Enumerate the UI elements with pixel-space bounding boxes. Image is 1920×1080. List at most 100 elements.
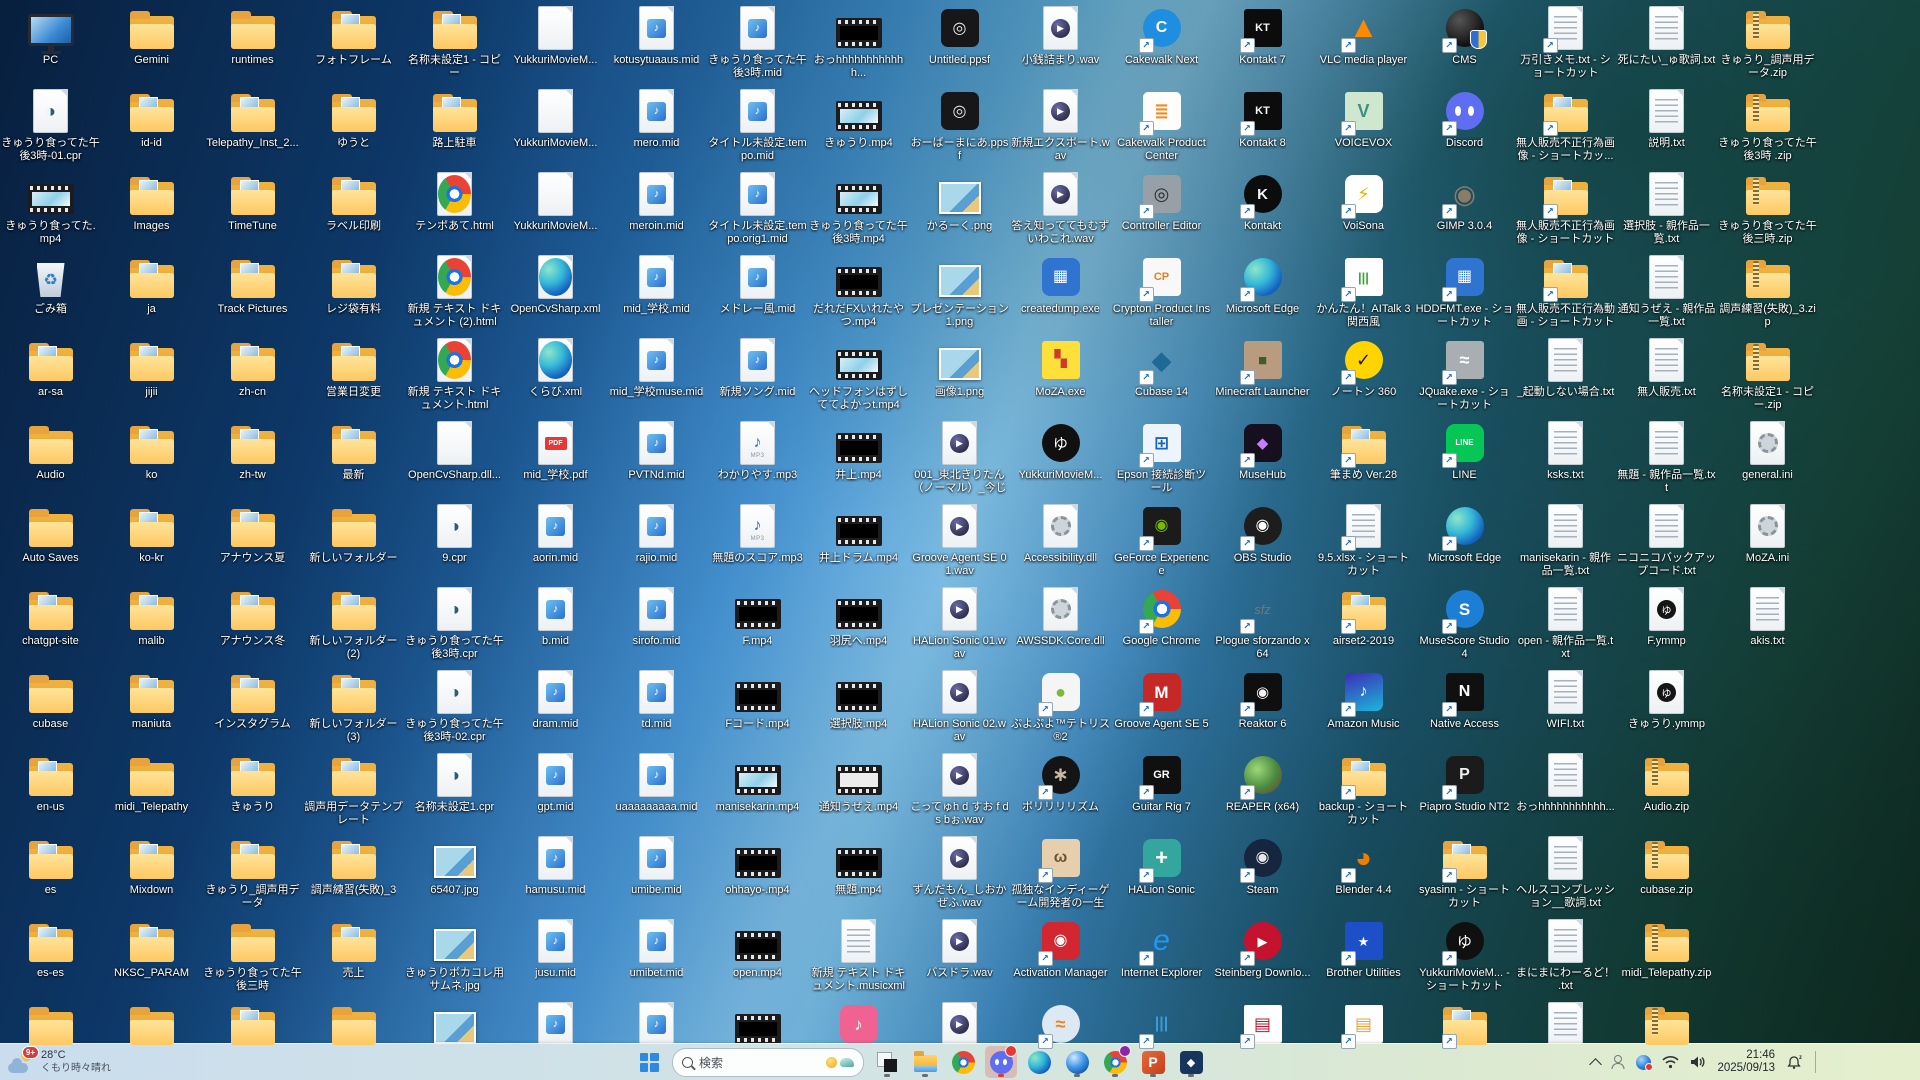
desktop-icon[interactable]: ♪ メドレー風.mid [707, 253, 808, 334]
desktop-icon[interactable]: open.mp4 [707, 917, 808, 998]
desktop-icon[interactable]: ▶ 答え知っててもむずいわこれ.wav [1010, 170, 1111, 251]
desktop-icon[interactable]: 新しいフォルダー [303, 502, 404, 583]
desktop-icon[interactable]: YukkuriMovieM... [505, 4, 606, 85]
desktop-icon[interactable]: ラベル印刷 [303, 170, 404, 251]
desktop-icon[interactable]: ksks.txt [1515, 419, 1616, 500]
desktop-icon[interactable]: ▶ HALion Sonic 01.wav [909, 585, 1010, 666]
desktop-icon[interactable]: ♪ gpt.mid [505, 751, 606, 832]
desktop-icon[interactable]: ≈ ↗ JQuake.exe - ショートカット [1414, 336, 1515, 417]
desktop-icon[interactable]: id-id [101, 87, 202, 168]
desktop-icon[interactable]: es [0, 834, 101, 915]
desktop-icon[interactable]: sfz ↗ Plogue sforzando x64 [1212, 585, 1313, 666]
desktop-icon[interactable]: manisekarin - 親作品一覧.txt [1515, 502, 1616, 583]
desktop-icon[interactable]: YukkuriMovieM... [505, 87, 606, 168]
desktop-icon[interactable]: まにまにわーるど！ .txt [1515, 917, 1616, 998]
desktop-icon[interactable]: ◉ ↗ Steam [1212, 834, 1313, 915]
desktop-icon[interactable]: ko [101, 419, 202, 500]
desktop-icon[interactable]: 名称未設定1 - コピー.zip [1717, 336, 1818, 417]
desktop-icon[interactable]: ニコニコバックアップコード.txt [1616, 502, 1717, 583]
desktop-icon[interactable]: 65407.jpg [404, 834, 505, 915]
desktop-icon[interactable]: ◑ 9.cpr [404, 502, 505, 583]
desktop-icon[interactable]: ♪ rajio.mid [606, 502, 707, 583]
desktop-icon[interactable]: きゅうり_調声用データ [202, 834, 303, 915]
discord-button[interactable] [985, 1045, 1017, 1078]
desktop-icon[interactable]: M ↗ Groove Agent SE 5 [1111, 668, 1212, 749]
start-button[interactable] [633, 1046, 665, 1078]
desktop-icon[interactable]: ◆ ↗ MuseHub [1212, 419, 1313, 500]
desktop-icon[interactable]: ヘルスコンプレッション__歌詞.txt [1515, 834, 1616, 915]
desktop-icon[interactable]: ■ ↗ Minecraft Launcher [1212, 336, 1313, 417]
desktop-icon[interactable]: ヘッドフォンはずしててよかっt.mp4 [808, 336, 909, 417]
desktop-icon[interactable]: ♪ umibe.mid [606, 834, 707, 915]
desktop-icon[interactable]: Telepathy_Inst_2... [202, 87, 303, 168]
desktop-icon[interactable]: きゅうり_調声用データ.zip [1717, 4, 1818, 85]
desktop-icon[interactable]: ↗ 無人販売不正行為画像 - ショートカッ... [1515, 87, 1616, 168]
desktop-icon[interactable]: F.mp4 [707, 585, 808, 666]
desktop-icon[interactable]: ↗ 無人販売不正行為画像 - ショートカット [1515, 170, 1616, 251]
desktop-icon[interactable]: ▶ HALion Sonic 02.wav [909, 668, 1010, 749]
desktop-icon[interactable]: KT ↗ Kontakt 8 [1212, 87, 1313, 168]
desktop-icon[interactable]: ♪ kotusytuaaus.mid [606, 4, 707, 85]
desktop-icon[interactable]: プレゼンテーション1.png [909, 253, 1010, 334]
desktop-icon[interactable]: e ↗ Internet Explorer [1111, 917, 1212, 998]
desktop-icon[interactable]: インスタグラム [202, 668, 303, 749]
desktop-icon[interactable]: 調声練習(失敗)_3.zip [1717, 253, 1818, 334]
desktop-icon[interactable]: ↗ 9.5.xlsx - ショートカット [1313, 502, 1414, 583]
desktop-icon[interactable]: ar-sa [0, 336, 101, 417]
desktop-icon[interactable]: 調声用データテンプレート [303, 751, 404, 832]
file-explorer-button[interactable] [909, 1046, 941, 1078]
desktop-icon[interactable]: ♪ ↗ Amazon Music [1313, 668, 1414, 749]
desktop-icon[interactable]: ↗ syasinn - ショートカット [1414, 834, 1515, 915]
desktop-icon[interactable]: Gemini [101, 4, 202, 85]
volume-icon[interactable] [1690, 1055, 1706, 1069]
desktop-icon[interactable]: きゅうり食ってた午後三時 [202, 917, 303, 998]
desktop-icon[interactable]: K ↗ Kontakt [1212, 170, 1313, 251]
desktop-icon[interactable]: ↗ backup - ショートカット [1313, 751, 1414, 832]
desktop-icon[interactable]: N ↗ Native Access [1414, 668, 1515, 749]
desktop-icon[interactable]: ↗ 無人販売不正行為動画 - ショートカット [1515, 253, 1616, 334]
desktop-icon[interactable]: Accessibility.dll [1010, 502, 1111, 583]
powerpoint-button[interactable]: P [1137, 1046, 1169, 1078]
desktop-icon[interactable]: ♪ 新規ソング.mid [707, 336, 808, 417]
desktop[interactable]: PC ◑ きゅうり食ってた午後3時-01.cpr きゅうり食ってた.mp4 ♻ ごみ箱 ar… [0, 0, 1920, 1080]
desktop-icon[interactable]: ▶ 新規エクスポート.wav [1010, 87, 1111, 168]
desktop-icon[interactable]: ◑ 名称未設定1.cpr [404, 751, 505, 832]
desktop-icon[interactable]: general.ini [1717, 419, 1818, 500]
desktop-icon[interactable]: ◑ きゅうり食ってた午後3時-01.cpr [0, 87, 101, 168]
desktop-icon[interactable]: en-us [0, 751, 101, 832]
desktop-icon[interactable]: 新規 テキスト ドキュメント (2).html [404, 253, 505, 334]
desktop-icon[interactable]: Auto Saves [0, 502, 101, 583]
desktop-icon[interactable]: midi_Telepathy.zip [1616, 917, 1717, 998]
desktop-icon[interactable]: ▶ こってゅh d すお f d s bぉ.wav [909, 751, 1010, 832]
desktop-icon[interactable]: 羽尻へ.mp4 [808, 585, 909, 666]
desktop-icon[interactable]: ♪ sirofo.mid [606, 585, 707, 666]
desktop-icon[interactable]: ゆ YukkuriMovieM... [1010, 419, 1111, 500]
desktop-icon[interactable]: ゆ F.ymmp [1616, 585, 1717, 666]
edge-button[interactable] [1023, 1046, 1055, 1078]
desktop-icon[interactable]: 営業日変更 [303, 336, 404, 417]
desktop-icon[interactable]: きゅうりボカコレ用サムネ.jpg [404, 917, 505, 998]
desktop-icon[interactable]: jijii [101, 336, 202, 417]
user-icon[interactable] [1611, 1055, 1625, 1069]
desktop-icon[interactable]: NKSC_PARAM [101, 917, 202, 998]
desktop-icon[interactable]: ◆ ↗ Cubase 14 [1111, 336, 1212, 417]
desktop-icon[interactable]: ⚡ ↗ VoiSona [1313, 170, 1414, 251]
desktop-icon[interactable]: ◕ ↗ Blender 4.4 [1313, 834, 1414, 915]
desktop-icon[interactable]: malib [101, 585, 202, 666]
desktop-icon[interactable]: akis.txt [1717, 585, 1818, 666]
show-desktop-divider[interactable] [1815, 1051, 1816, 1073]
desktop-icon[interactable]: LINE ↗ LINE [1414, 419, 1515, 500]
desktop-icon[interactable]: ▲ ↗ VLC media player [1313, 4, 1414, 85]
desktop-icon[interactable]: だれだFXいれたやつ.mp4 [808, 253, 909, 334]
taskbar-clock[interactable]: 21:46 2025/09/13 [1717, 1049, 1775, 1075]
desktop-icon[interactable]: ▶ Groove Agent SE 01.wav [909, 502, 1010, 583]
desktop-icon[interactable]: ◉ ↗ GeForce Experience [1111, 502, 1212, 583]
desktop-icon[interactable]: フォトフレーム [303, 4, 404, 85]
desktop-icon[interactable]: ▶ 小銭詰まり.wav [1010, 4, 1111, 85]
desktop-icon[interactable]: ▶ ずんだもん_しおかぜふ.wav [909, 834, 1010, 915]
desktop-icon[interactable]: ♪ きゅうり食ってた午後3時.mid [707, 4, 808, 85]
desktop-icon[interactable]: ◎ ↗ Controller Editor [1111, 170, 1212, 251]
desktop-icon[interactable]: ♪ dram.mid [505, 668, 606, 749]
desktop-icon[interactable]: ◉ ↗ OBS Studio [1212, 502, 1313, 583]
desktop-icon[interactable]: おっhhhhhhhhhhhh... [808, 4, 909, 85]
